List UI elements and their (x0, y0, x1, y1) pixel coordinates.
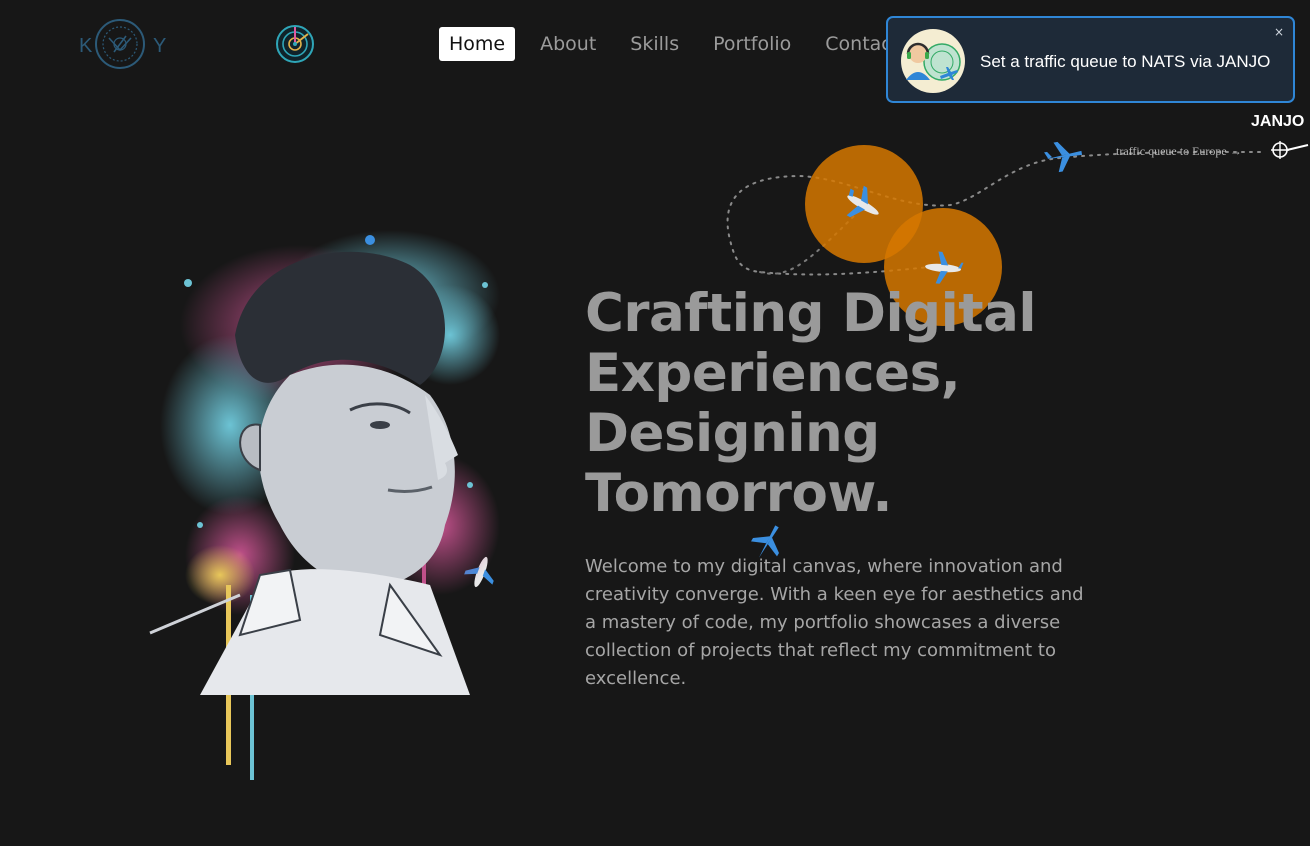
hero-title-line: Designing (585, 403, 880, 464)
crosshair-icon[interactable] (1268, 138, 1310, 162)
radar-icon[interactable] (275, 24, 315, 64)
watercolor-portrait-illustration (149, 230, 500, 780)
nav-portfolio[interactable]: Portfolio (703, 27, 801, 61)
brand-letter-right: Y (153, 35, 168, 57)
airplane-icon[interactable] (842, 184, 884, 226)
hero-title: Crafting Digital Experiences, Designing … (585, 284, 1105, 524)
hero-title-line: Crafting Digital (585, 283, 1037, 344)
route-label: traffic queue to Europe → (1116, 144, 1242, 158)
brand-logo[interactable]: K Y (72, 14, 172, 74)
nav-home[interactable]: Home (439, 27, 516, 61)
hero-title-line: Experiences, (585, 343, 961, 404)
air-traffic-controller-icon (901, 29, 965, 93)
notification-toast[interactable]: Set a traffic queue to NATS via JANJO × (886, 16, 1295, 103)
close-icon[interactable]: × (1274, 25, 1284, 39)
toast-message: Set a traffic queue to NATS via JANJO (980, 52, 1271, 71)
airplane-icon (1044, 141, 1083, 173)
monogram-seal-icon (95, 19, 145, 69)
hero-description: Welcome to my digital canvas, where inno… (585, 556, 1084, 689)
waypoint-label: JANJO (1251, 113, 1305, 130)
nav-about[interactable]: About (530, 27, 606, 61)
airplane-icon[interactable] (922, 248, 964, 288)
hero-title-line: Tomorrow. (585, 463, 893, 524)
main-nav: Home About Skills Portfolio Contact (439, 25, 923, 63)
nav-skills[interactable]: Skills (620, 27, 689, 61)
